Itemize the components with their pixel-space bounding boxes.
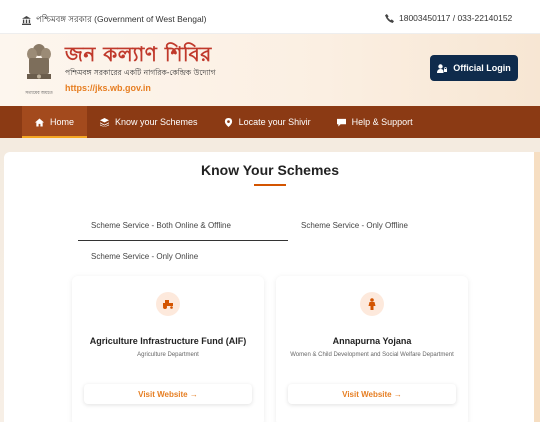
government-label: পশ্চিমবঙ্গ সরকার (Government of West Ben…: [22, 13, 206, 27]
tab-both-online-offline[interactable]: Scheme Service - Both Online & Offline: [78, 210, 288, 241]
tab-label: Scheme Service - Only Online: [91, 252, 199, 261]
person-icon: [360, 292, 384, 316]
top-bar: পশ্চিমবঙ্গ সরকার (Government of West Ben…: [0, 0, 540, 34]
site-url-link[interactable]: https://jks.wb.gov.in: [65, 83, 151, 93]
home-icon: [35, 117, 44, 127]
map-pin-icon: [224, 117, 232, 127]
phone-icon: [385, 13, 394, 23]
scheme-title: Annapurna Yojana: [332, 336, 412, 346]
emblem-caption: সত্যমেব জয়তে: [25, 90, 53, 95]
bank-icon: [22, 15, 31, 25]
nav-item-locate-your-shivir[interactable]: Locate your Shivir: [211, 106, 324, 138]
nav-label-home: Home: [50, 117, 75, 127]
scheme-card: Agriculture Infrastructure Fund (AIF) Ag…: [72, 276, 264, 422]
scheme-card: Annapurna Yojana Women & Child Developme…: [276, 276, 468, 422]
site-subtitle: পশ্চিমবঙ্গ সরকারের একটি নাগরিক-কেন্দ্রিক…: [65, 68, 216, 77]
government-text: পশ্চিমবঙ্গ সরকার (Government of West Ben…: [36, 14, 207, 24]
official-login-label: Official Login: [453, 63, 511, 73]
section-title: Know Your Schemes: [201, 162, 339, 178]
site-header: সত্যমেব জয়তে জন কল্যাণ শিবির পশ্চিমবঙ্গ…: [0, 34, 540, 106]
title-underline: [254, 184, 286, 186]
visit-website-button[interactable]: Visit Website →: [288, 384, 456, 404]
panel-edge: [534, 152, 540, 422]
tab-only-online[interactable]: Scheme Service - Only Online: [78, 241, 288, 271]
scheme-department: Women & Child Development and Social Wel…: [290, 352, 454, 358]
user-lock-icon: [437, 63, 448, 73]
tractor-icon: [156, 292, 180, 316]
scheme-title: Agriculture Infrastructure Fund (AIF): [89, 336, 247, 346]
main-content: Know Your Schemes Scheme Service - Both …: [0, 138, 540, 422]
tab-label: Scheme Service - Both Online & Offline: [91, 221, 231, 230]
nav-label-help-support: Help & Support: [351, 117, 413, 127]
nav-item-home[interactable]: Home: [22, 106, 88, 138]
helpline-text[interactable]: 18003450117 / 033-22140152: [399, 13, 512, 23]
tab-only-offline[interactable]: Scheme Service - Only Offline: [288, 210, 488, 241]
helpline[interactable]: 18003450117 / 033-22140152: [385, 13, 512, 23]
official-login-button[interactable]: Official Login: [430, 55, 518, 81]
scheme-department: Agriculture Department: [137, 352, 199, 358]
help-icon: [336, 118, 346, 127]
nav-item-know-your-schemes[interactable]: Know your Schemes: [87, 106, 211, 138]
tab-label: Scheme Service - Only Offline: [301, 221, 409, 230]
visit-website-button[interactable]: Visit Website →: [84, 384, 252, 404]
nav-label-know-your-schemes: Know your Schemes: [115, 117, 198, 127]
nav-item-help-support[interactable]: Help & Support: [324, 106, 426, 138]
main-navigation: Home Know your Schemes Locate your Shivi…: [0, 106, 540, 138]
layers-icon: [100, 117, 110, 127]
state-emblem-icon: [27, 44, 51, 79]
nav-label-locate-your-shivir: Locate your Shivir: [238, 117, 311, 127]
